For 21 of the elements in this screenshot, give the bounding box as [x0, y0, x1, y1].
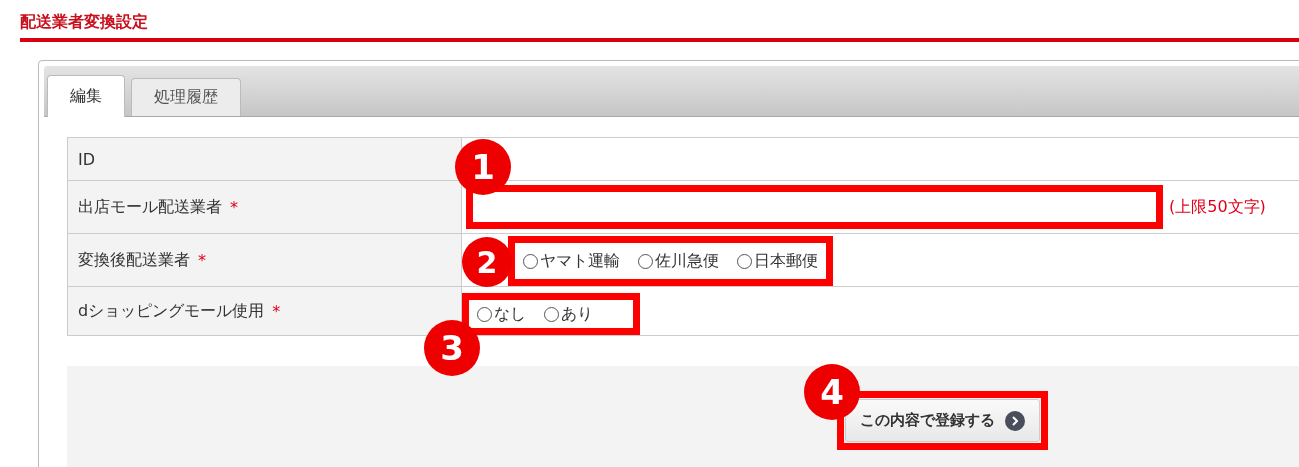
chevron-right-icon [1005, 410, 1025, 431]
radio-option[interactable]: あり [544, 303, 593, 325]
callout-badge: 2 [462, 237, 512, 287]
tab[interactable]: 処理履歴 [131, 78, 241, 116]
radio-option[interactable]: 佐川急便 [638, 250, 719, 272]
radio-option[interactable]: なし [477, 303, 526, 325]
field-label: ID [78, 149, 96, 169]
radio-option[interactable]: 日本郵便 [737, 250, 818, 272]
callout-badge: 4 [804, 364, 860, 420]
limit-note: (上限50文字) [1169, 196, 1266, 218]
field-label: dショッピングモール使用 [78, 300, 265, 322]
tab[interactable]: 編集 [47, 75, 125, 117]
field-label: 変換後配送業者 [78, 249, 190, 271]
page-title: 配送業者変換設定 [20, 12, 149, 33]
required-mark: * [230, 197, 238, 217]
required-mark: * [198, 250, 206, 270]
required-mark: * [272, 301, 281, 321]
submit-button[interactable]: この内容で登録する [845, 399, 1040, 442]
callout-badge: 1 [455, 139, 511, 195]
field-label: 出店モール配送業者 [78, 196, 222, 218]
radio-option[interactable]: ヤマト運輸 [523, 250, 620, 272]
